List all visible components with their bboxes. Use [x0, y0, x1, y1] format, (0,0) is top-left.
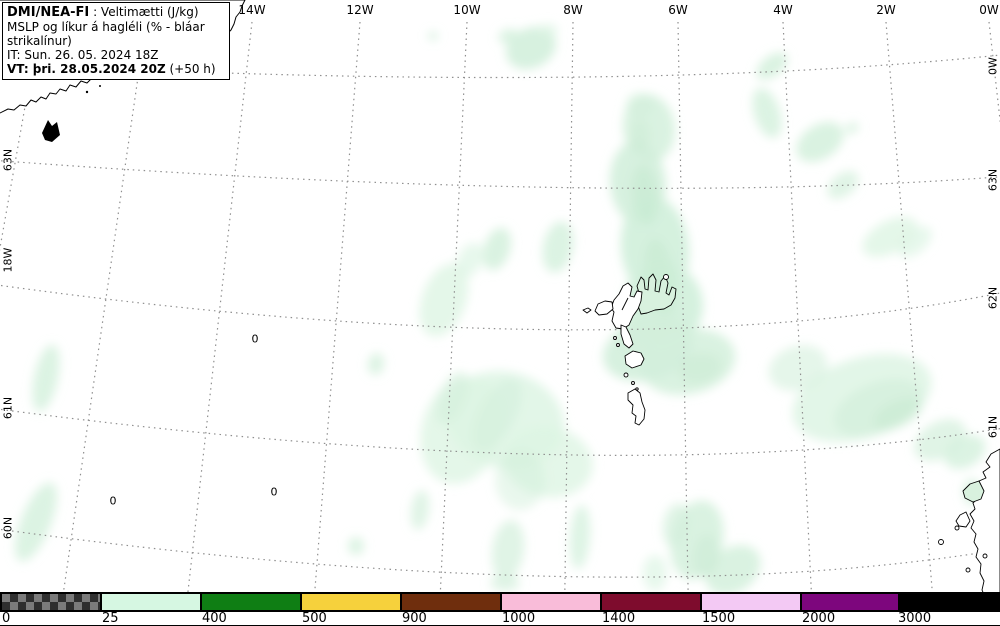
colorbar-segment: [202, 594, 302, 610]
map-canvas: [0, 0, 1000, 592]
map-title-legend: DMI/NEA-FI : Veltimætti (J/kg) MSLP og l…: [2, 2, 230, 80]
longitude-label: 12W: [346, 3, 374, 17]
cape-colorbar-labels: 0 25 400 500 900 1000 1400 1500 2000 3000: [0, 611, 1000, 626]
colorbar-tick-label: 1500: [702, 611, 736, 626]
colorbar-segment: [302, 594, 402, 610]
valid-time: VT: þri. 28.05.2024 20Z: [7, 62, 166, 76]
colorbar-tick-label: 1000: [502, 611, 536, 626]
colorbar-segment: [702, 594, 802, 610]
edge-label: 63N: [986, 168, 1000, 192]
edge-label: 18W: [1, 247, 15, 273]
colorbar-tick-label: 900: [402, 611, 427, 626]
legend-line-3: IT: Sun. 26. 05. 2024 18Z: [7, 48, 159, 62]
colorbar-segment: [900, 594, 998, 610]
contour-label: 0: [270, 485, 278, 499]
contour-label: 0: [251, 332, 259, 346]
colorbar-segment: [802, 594, 900, 610]
colorbar-segment: [402, 594, 502, 610]
legend-line-2: MSLP og líkur á hagléli (% - bláar strik…: [7, 20, 205, 48]
longitude-label: 14W: [238, 3, 266, 17]
edge-label: 60N: [1, 516, 15, 540]
legend-line-4: VT: þri. 28.05.2024 20Z (+50 h): [7, 62, 216, 76]
sea-background: [0, 0, 1000, 592]
longitude-label: 4W: [773, 3, 793, 17]
legend-line-1: DMI/NEA-FI : Veltimætti (J/kg): [7, 5, 199, 20]
longitude-label: 10W: [453, 3, 481, 17]
colorbar-tick-label: 1400: [602, 611, 636, 626]
colorbar-tick-label: 25: [102, 611, 119, 626]
colorbar-segment: [502, 594, 602, 610]
colorbar-tick-label: 3000: [898, 611, 932, 626]
colorbar-tick-label: 400: [202, 611, 227, 626]
colorbar-tick-label: 0: [2, 611, 11, 626]
colorbar-tick-label: 2000: [802, 611, 836, 626]
longitude-label: 2W: [876, 3, 896, 17]
edge-label: 61N: [1, 396, 15, 420]
edge-label: 63N: [1, 148, 15, 172]
longitude-label: 0W: [979, 3, 999, 17]
longitude-label: 8W: [563, 3, 583, 17]
model-name: DMI/NEA-FI: [7, 5, 90, 20]
colorbar-segment: [2, 594, 102, 610]
colorbar-segment: [602, 594, 702, 610]
cape-colorbar: [0, 592, 1000, 612]
edge-label: 61N: [986, 415, 1000, 439]
longitude-label: 6W: [668, 3, 688, 17]
edge-label: 0W: [986, 57, 1000, 75]
edge-label: 62N: [986, 286, 1000, 310]
colorbar-tick-label: 500: [302, 611, 327, 626]
contour-label: 0: [109, 494, 117, 508]
weather-map-screenshot: 14W 12W 10W 8W 6W 4W 2W 0W 63N 18W 61N 60N 0W 63N 62…: [0, 0, 1000, 626]
colorbar-segment: [102, 594, 202, 610]
